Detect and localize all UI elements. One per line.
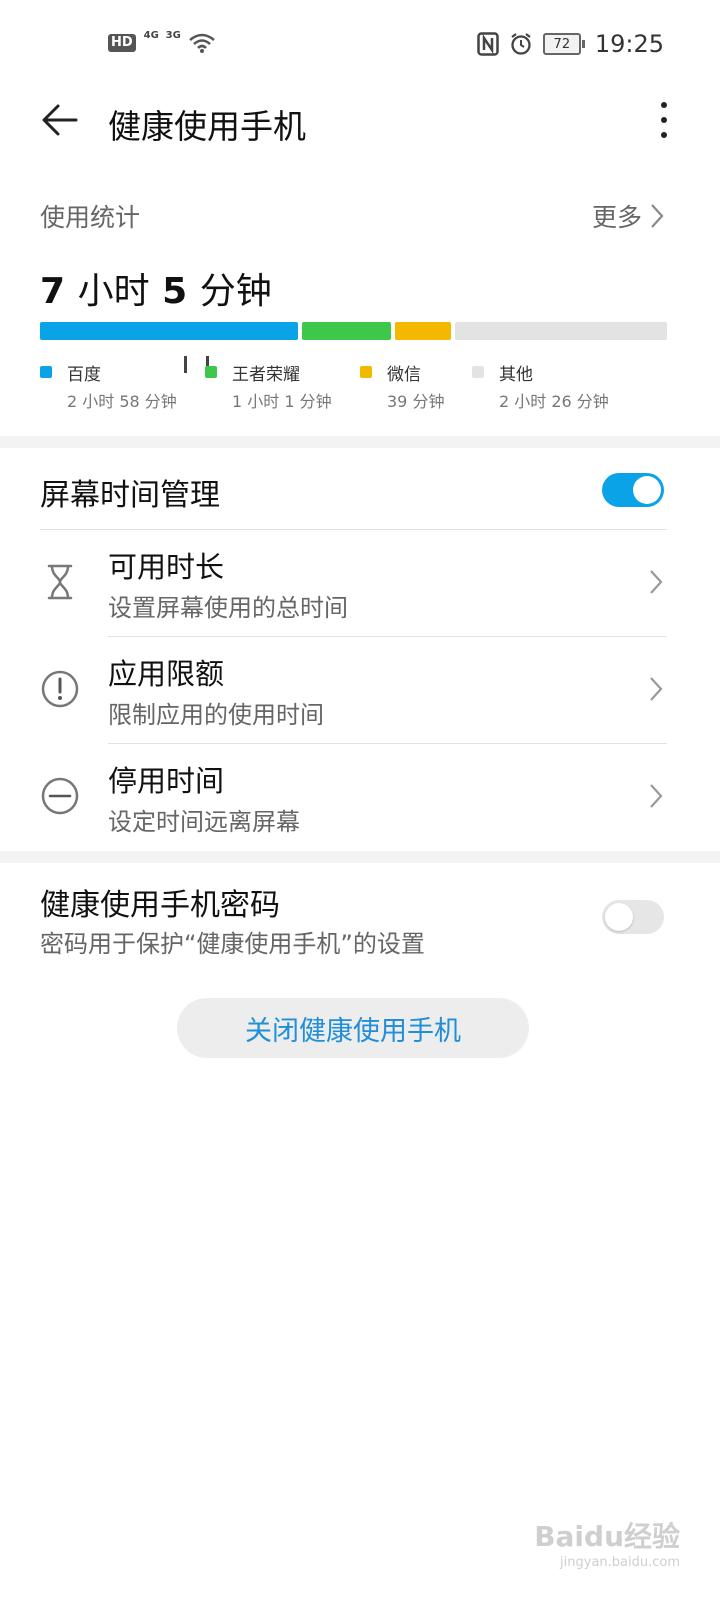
watermark-logo: Baidu经验 [534, 1520, 680, 1553]
alarm-icon [511, 33, 531, 55]
password-toggle[interactable] [602, 900, 664, 934]
legend-app-name: 其他 [499, 365, 533, 385]
baidu-watermark: Baidu经验 jingyan.baidu.com [534, 1515, 680, 1570]
nfc-icon [477, 32, 499, 56]
legend-app-name: 百度 [67, 365, 101, 385]
screen-time-toggle[interactable] [602, 473, 664, 507]
legend-dot [472, 366, 484, 378]
usage-bar-segment [455, 322, 667, 340]
total-hours: 7 [40, 271, 66, 312]
chevron-right-icon [650, 677, 663, 701]
legend-app-name: 王者荣耀 [232, 365, 300, 385]
usage-more-link[interactable]: 更多 [592, 198, 664, 234]
section-divider [0, 436, 720, 448]
status-left: HD 4G 3G [108, 30, 216, 373]
back-arrow-icon[interactable] [40, 100, 80, 140]
item-subtitle: 设定时间远离屏幕 [108, 808, 300, 836]
usage-legend: 百度 2 小时 58 分钟 王者荣耀 1 小时 1 分钟 微信 39 分钟 其他… [40, 360, 680, 420]
minus-circle-icon [41, 777, 79, 815]
item-subtitle: 设置屏幕使用的总时间 [108, 594, 348, 622]
usage-bar-segment [40, 322, 299, 340]
item-title: 可用时长 [108, 550, 225, 584]
item-subtitle: 限制应用的使用时间 [108, 701, 324, 729]
password-title: 健康使用手机密码 [40, 888, 280, 923]
chevron-right-icon [651, 204, 664, 228]
total-usage-time: 7 小时 5 分钟 [40, 262, 272, 314]
signal-4g-icon: 4G [144, 30, 187, 373]
item-downtime[interactable]: 停用时间 设定时间远离屏幕 [0, 744, 720, 850]
item-title: 停用时间 [108, 764, 225, 798]
usage-stats-label: 使用统计 [40, 203, 141, 232]
signal-3g-icon: 3G [166, 30, 209, 373]
hours-unit: 小时 [77, 271, 150, 312]
page-title: 健康使用手机 [108, 107, 306, 146]
legend-app-time: 39 分钟 [387, 392, 445, 411]
legend-app-name: 微信 [387, 365, 421, 385]
legend-app-time: 1 小时 1 分钟 [232, 392, 332, 411]
usage-breakdown-bar [40, 322, 667, 340]
item-title: 应用限额 [108, 657, 225, 691]
usage-bar-segment [394, 322, 452, 340]
minutes-unit: 分钟 [199, 271, 272, 312]
watermark-url: jingyan.baidu.com [560, 1555, 680, 1570]
wifi-icon [188, 33, 215, 53]
toggle-knob [633, 476, 661, 504]
hd-badge: HD [108, 34, 136, 52]
toggle-knob [605, 903, 633, 931]
app-bar: 健康使用手机 [0, 80, 720, 160]
exclamation-circle-icon [41, 670, 79, 708]
battery-icon: 72 [542, 33, 585, 55]
password-subtitle: 密码用于保护“健康使用手机”的设置 [40, 930, 425, 958]
status-bar: HD 4G 3G 72 19:25 [0, 0, 720, 373]
hourglass-icon [47, 564, 73, 600]
status-right: 72 19:25 [477, 30, 664, 58]
screen-time-label: 屏幕时间管理 [40, 478, 220, 513]
total-minutes: 5 [162, 271, 188, 312]
legend-app-time: 2 小时 26 分钟 [499, 392, 609, 411]
battery-level: 72 [553, 36, 571, 52]
item-app-limits[interactable]: 应用限额 限制应用的使用时间 [0, 637, 720, 743]
clock: 19:25 [594, 30, 664, 58]
chevron-right-icon [650, 784, 663, 808]
legend-dot [360, 366, 372, 378]
more-options-icon[interactable] [656, 100, 672, 140]
legend-dot [205, 366, 217, 378]
section-divider [0, 851, 720, 863]
chevron-right-icon [650, 570, 663, 594]
close-healthy-use-button[interactable]: 关闭健康使用手机 [177, 998, 529, 1058]
legend-dot [40, 366, 52, 378]
usage-bar-segment [302, 322, 391, 340]
legend-app-time: 2 小时 58 分钟 [67, 392, 177, 411]
usage-more-label: 更多 [591, 203, 642, 232]
item-available-duration[interactable]: 可用时长 设置屏幕使用的总时间 [0, 530, 720, 636]
